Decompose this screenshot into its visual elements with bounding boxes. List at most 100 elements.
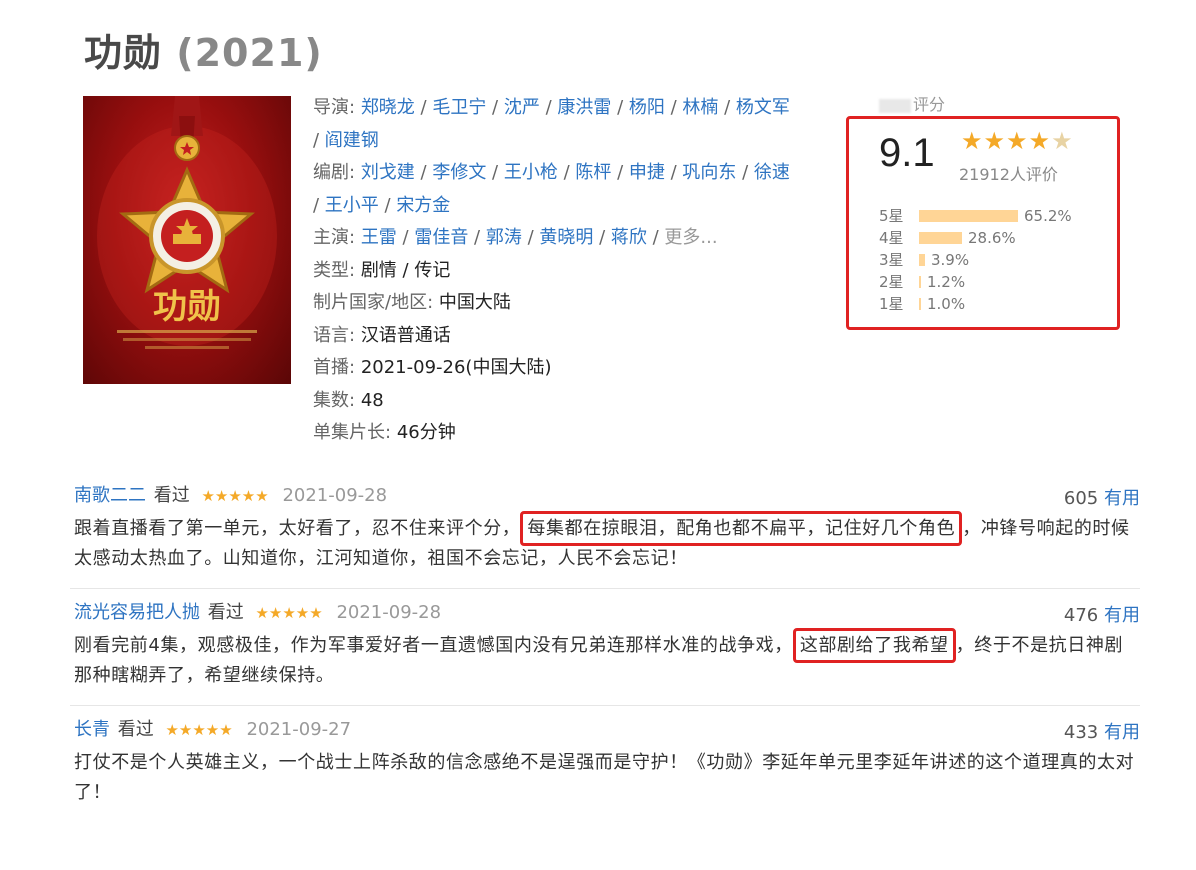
episodes-value: 48 xyxy=(360,389,384,411)
writer-link[interactable]: 巩向东 xyxy=(682,162,736,183)
rating-dist-row: 2星 1.2% xyxy=(879,271,1072,293)
runtime-row: 单集片长: 46分钟 xyxy=(313,417,833,450)
review-user-link[interactable]: 南歌二二 xyxy=(74,485,146,506)
rating-dist-row: 4星 28.6% xyxy=(879,227,1072,249)
rating-dist-row: 5星 65.2% xyxy=(879,205,1072,227)
country-row: 制片国家/地区: 中国大陆 xyxy=(313,287,833,320)
premiere-value: 2021-09-26(中国大陆) xyxy=(360,357,552,378)
full-stars: ★★★★ xyxy=(961,127,1052,155)
rating-distribution: 5星 65.2% 4星 28.6% 3星 3.9% 2星 1.2% 1星 1.0… xyxy=(879,205,1072,315)
writer-label: 编剧: xyxy=(313,162,356,183)
director-link[interactable]: 林楠 xyxy=(682,97,718,118)
rating-dist-row: 3星 3.9% xyxy=(879,249,1072,271)
review-status: 看过 xyxy=(153,485,190,506)
cast-label: 主演: xyxy=(313,227,356,248)
review-stars-icon: ★★★★★ xyxy=(201,487,269,505)
genre-label: 类型: xyxy=(313,259,356,281)
runtime-value: 46分钟 xyxy=(396,422,456,443)
country-value: 中国大陆 xyxy=(438,292,511,313)
review-text-part: 打仗不是个人英雄主义，一个战士上阵杀敌的信念感绝不是逞强而是守护！《功勋》李延年… xyxy=(74,752,1135,803)
writer-link[interactable]: 徐速 xyxy=(754,162,790,183)
country-label: 制片国家/地区: xyxy=(313,292,434,313)
rating-box: 9.1 ★★★★★ 21912人评价 5星 65.2% 4星 28.6% 3星 … xyxy=(846,116,1120,330)
cast-link[interactable]: 雷佳音 xyxy=(414,227,468,248)
useful-button[interactable]: 有用 xyxy=(1104,488,1140,509)
page-title: 功勋 (2021) xyxy=(84,22,323,77)
runtime-label: 单集片长: xyxy=(313,422,392,443)
useful-button[interactable]: 有用 xyxy=(1104,722,1140,743)
review-date: 2021-09-28 xyxy=(282,485,388,506)
director-link[interactable]: 杨文军 xyxy=(736,97,790,118)
director-link[interactable]: 阎建钢 xyxy=(325,130,379,151)
poster-art: 功勋 xyxy=(97,96,277,349)
writer-link[interactable]: 宋方金 xyxy=(396,195,450,216)
review-user-link[interactable]: 流光容易把人抛 xyxy=(74,602,200,623)
rating-stars-icon: ★★★★★ xyxy=(961,127,1074,155)
writer-link[interactable]: 陈枰 xyxy=(575,162,611,183)
review-header: 南歌二二 看过 ★★★★★ 2021-09-28 xyxy=(74,484,1140,508)
director-link[interactable]: 康洪雷 xyxy=(557,97,611,118)
blurred-brand xyxy=(879,98,911,113)
review-stars-icon: ★★★★★ xyxy=(255,604,323,622)
director-row-cont: / 阎建钢 xyxy=(313,129,379,151)
vote-count: 605 xyxy=(1063,488,1099,509)
premiere-label: 首播: xyxy=(313,357,356,378)
review-header: 长青 看过 ★★★★★ 2021-09-27 xyxy=(74,718,1140,742)
review-stars-icon: ★★★★★ xyxy=(165,721,233,739)
rating-score: 9.1 xyxy=(879,131,935,175)
review-date: 2021-09-28 xyxy=(336,602,442,623)
cast-more-link[interactable]: 更多... xyxy=(664,227,717,248)
director-link[interactable]: 郑晓龙 xyxy=(361,97,415,118)
dist-bar xyxy=(919,276,921,288)
cast-row: 主演: 王雷 / 雷佳音 / 郭涛 / 黄晓明 / 蒋欣 / 更多... xyxy=(313,227,718,248)
dist-label: 4星 xyxy=(879,229,904,247)
review-text-part: 跟着直播看了第一单元，太好看了，忍不住来评个分， xyxy=(74,518,521,539)
writer-link[interactable]: 刘戈建 xyxy=(361,162,415,183)
cast-link[interactable]: 黄晓明 xyxy=(539,227,593,248)
director-link[interactable]: 杨阳 xyxy=(629,97,665,118)
cast-link[interactable]: 蒋欣 xyxy=(611,227,647,248)
cast-link[interactable]: 郭涛 xyxy=(486,227,522,248)
dist-bar xyxy=(919,210,1018,222)
director-link[interactable]: 沈严 xyxy=(504,97,540,118)
dist-label: 5星 xyxy=(879,207,904,225)
cast-link[interactable]: 王雷 xyxy=(361,227,397,248)
rating-dist-row: 1星 1.0% xyxy=(879,293,1072,315)
poster-image[interactable]: 功勋 xyxy=(83,96,291,384)
dist-label: 3星 xyxy=(879,251,904,269)
language-value: 汉语普通话 xyxy=(360,324,451,346)
review-highlight: 每集都在掠眼泪，配角也都不扁平，记住好几个角色 xyxy=(520,511,963,546)
writer-link[interactable]: 王小平 xyxy=(325,195,379,216)
writer-row: 编剧: 刘戈建 / 李修文 / 王小枪 / 陈枰 / 申捷 / 巩向东 / 徐速 xyxy=(313,162,790,183)
writer-link[interactable]: 王小枪 xyxy=(504,162,558,183)
dist-percent: 1.0% xyxy=(927,295,966,313)
vote-count: 476 xyxy=(1063,605,1099,626)
dist-percent: 1.2% xyxy=(927,273,966,291)
useful-button[interactable]: 有用 xyxy=(1104,605,1140,626)
vote-count: 433 xyxy=(1063,722,1099,743)
rating-count-link[interactable]: 21912人评价 xyxy=(959,161,1058,185)
poster-title: 功勋 xyxy=(153,287,221,327)
review-item: 南歌二二 看过 ★★★★★ 2021-09-28 605 有用 跟着直播看了第一… xyxy=(70,472,1140,589)
review-text: 刚看完前4集，观感极佳，作为军事爱好者一直遗憾国内没有兄弟连那样水准的战争戏，这… xyxy=(74,628,1140,691)
premiere-row: 首播: 2021-09-26(中国大陆) xyxy=(313,352,833,385)
title-name: 功勋 xyxy=(84,31,163,75)
review-user-link[interactable]: 长青 xyxy=(74,719,110,740)
dist-percent: 3.9% xyxy=(931,251,970,269)
title-year: (2021) xyxy=(176,31,323,75)
rating-heading: 评分 xyxy=(879,91,945,115)
dist-bar xyxy=(919,298,921,310)
episodes-label: 集数: xyxy=(313,389,356,411)
info-panel: 导演: 郑晓龙 / 毛卫宁 / 沈严 / 康洪雷 / 杨阳 / 林楠 / 杨文军… xyxy=(313,92,833,450)
dist-bar xyxy=(919,254,925,266)
dist-bar xyxy=(919,232,962,244)
writer-link[interactable]: 李修文 xyxy=(432,162,486,183)
writer-link[interactable]: 申捷 xyxy=(629,162,665,183)
review-status: 看过 xyxy=(207,602,244,623)
dist-percent: 65.2% xyxy=(1024,207,1072,225)
director-row: 导演: 郑晓龙 / 毛卫宁 / 沈严 / 康洪雷 / 杨阳 / 林楠 / 杨文军 xyxy=(313,97,790,118)
half-star-icon: ★ xyxy=(1051,127,1074,155)
review-votes: 476 有用 xyxy=(1064,601,1140,627)
director-link[interactable]: 毛卫宁 xyxy=(432,97,486,118)
rating-heading-label: 评分 xyxy=(913,95,946,114)
